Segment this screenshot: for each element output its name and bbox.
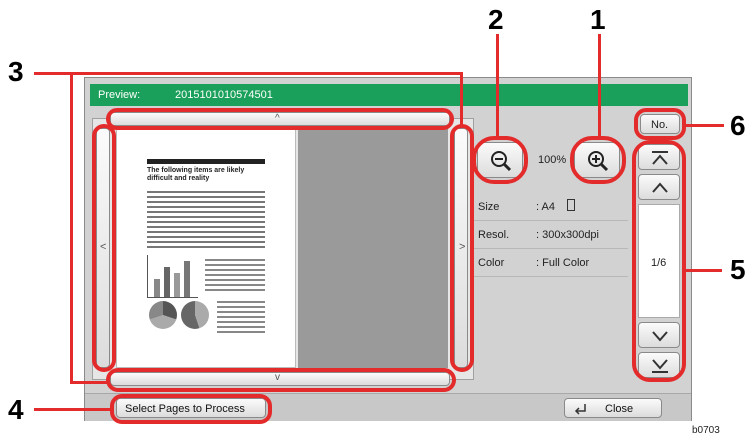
close-label: Close [605,403,634,415]
callout-number: 1 [590,4,606,35]
callout-line-4 [34,408,112,411]
callout-line-1 [598,34,601,138]
callout-line-6 [686,124,724,127]
chart-thumbnail [147,255,198,298]
info-label: Color [478,257,505,269]
callout-outline-scroll-right [450,124,474,372]
page-heading: The following items are likely difficult… [147,167,245,182]
callout-outline-zoom-in [570,136,626,184]
callout-number: 4 [8,394,24,425]
callout-number: 5 [730,254,746,285]
heading-rule [147,159,265,164]
text-block [147,191,265,249]
pie-thumbnail [181,301,209,329]
page-background [298,128,448,368]
info-row-size: Size : A4 [474,192,628,221]
info-label: Size [478,201,500,213]
callout-line-3-vertical [70,72,73,384]
page-preview: The following items are likely difficult… [116,128,296,368]
callout-line-3-bottom [70,381,110,384]
title-value: 2015101010574501 [175,89,273,101]
callout-outline-select-pages [110,394,272,424]
callout-outline-scroll-top [106,108,454,130]
callout-outline-scroll-left [92,124,116,372]
callout-line-3-top [34,72,462,75]
callout-number: 2 [488,4,504,35]
callout-line-3-right [460,72,463,126]
close-button[interactable]: Close [564,398,662,418]
zoom-level: 100% [538,154,567,166]
callout-number: 3 [8,56,24,87]
callout-outline-page-number [634,108,686,140]
callout-line-5 [686,269,722,272]
pie-thumbnail [149,301,177,329]
text-block [217,301,265,333]
info-label: Resol. [478,229,510,241]
info-row-resolution: Resol. : 300x300dpi [474,220,628,249]
figure-code: b0703 [692,425,720,436]
info-value: : A4 [536,201,555,213]
return-icon [574,404,586,415]
portrait-paper-icon [567,199,575,211]
text-block [205,259,265,293]
callout-outline-pager [632,140,686,382]
info-panel: Size : A4 Resol. : 300x300dpi Color : Fu… [474,192,628,338]
callout-outline-scroll-bottom [106,368,456,392]
callout-line-2 [496,34,499,138]
info-row-color: Color : Full Color [474,248,628,277]
callout-number: 6 [730,110,746,141]
callout-outline-zoom-out [472,136,528,184]
info-value: : 300x300dpi [536,229,599,241]
title-label: Preview: [98,89,141,101]
info-value: : Full Color [536,257,590,269]
